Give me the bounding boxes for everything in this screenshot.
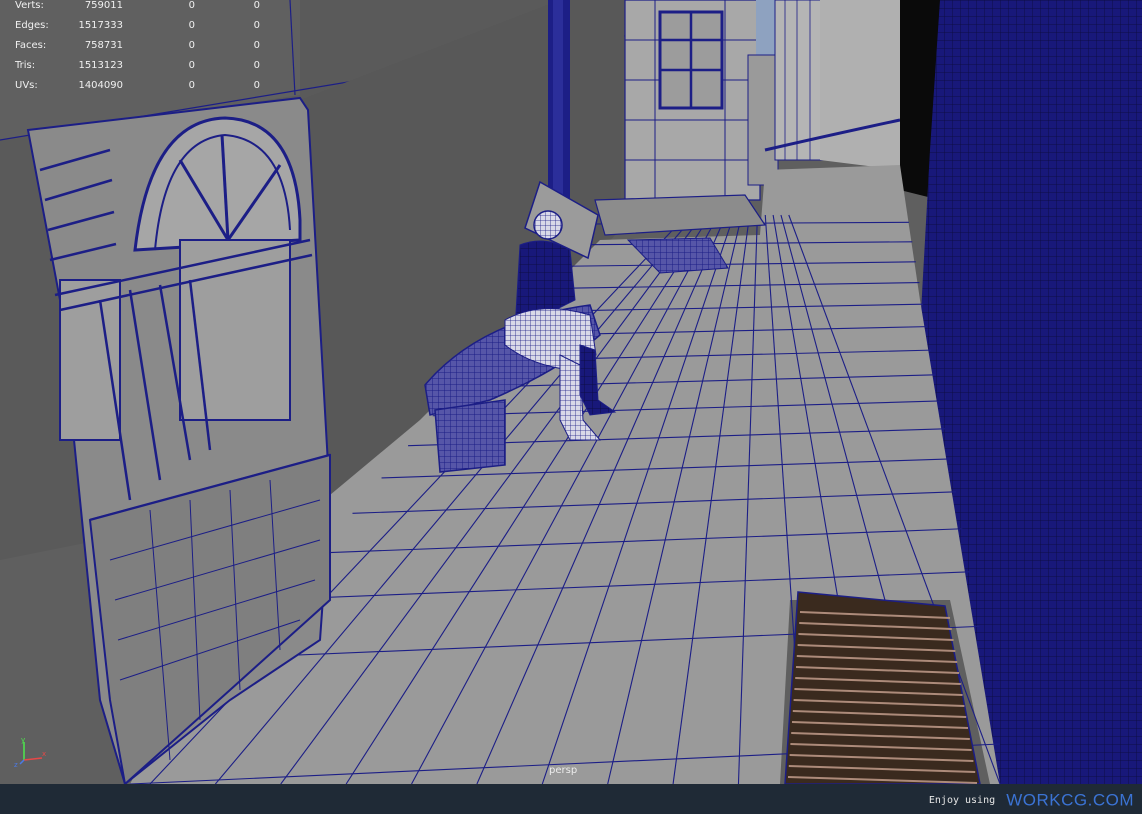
camera-label: persp xyxy=(549,765,578,776)
column xyxy=(774,0,824,161)
svg-text:y: y xyxy=(21,736,25,744)
stat-label: Tris: xyxy=(15,60,36,71)
stat-component: 0 xyxy=(253,20,260,31)
brand-watermark: Enjoy using WORKCG.COM xyxy=(929,790,1134,811)
stat-selected: 0 xyxy=(188,40,195,51)
stat-component: 0 xyxy=(253,80,260,91)
stat-selected: 0 xyxy=(188,0,195,11)
perspective-viewport[interactable]: Verts: 759011 0 0 Edges: 1517333 0 0 Faces: 75873… xyxy=(0,0,1142,784)
stat-component: 0 xyxy=(253,60,260,71)
stat-selected: 0 xyxy=(188,20,195,31)
stat-total: 759011 xyxy=(84,0,123,11)
stat-total: 1404090 xyxy=(78,80,123,91)
svg-text:x: x xyxy=(42,750,46,758)
stat-label: UVs: xyxy=(15,80,38,91)
stat-label: Faces: xyxy=(15,40,47,51)
bottom-status-bar: Enjoy using WORKCG.COM xyxy=(0,784,1142,814)
scene-wireframe xyxy=(0,0,1142,784)
stat-selected: 0 xyxy=(188,80,195,91)
stat-component: 0 xyxy=(253,0,260,11)
stat-total: 758731 xyxy=(84,40,123,51)
stat-selected: 0 xyxy=(188,60,195,71)
xyz-axis-gizmo-icon: y x z xyxy=(14,736,46,768)
stat-total: 1517333 xyxy=(78,20,123,31)
svg-text:z: z xyxy=(14,761,18,768)
enjoy-text: Enjoy using xyxy=(928,795,996,806)
floor-grate xyxy=(784,591,981,784)
brand-logo-text: WORKCG.COM xyxy=(1006,790,1134,810)
stat-component: 0 xyxy=(253,40,260,51)
stat-label: Verts: xyxy=(15,0,44,11)
step-ledge xyxy=(594,194,767,236)
stat-total: 1513123 xyxy=(78,60,123,71)
